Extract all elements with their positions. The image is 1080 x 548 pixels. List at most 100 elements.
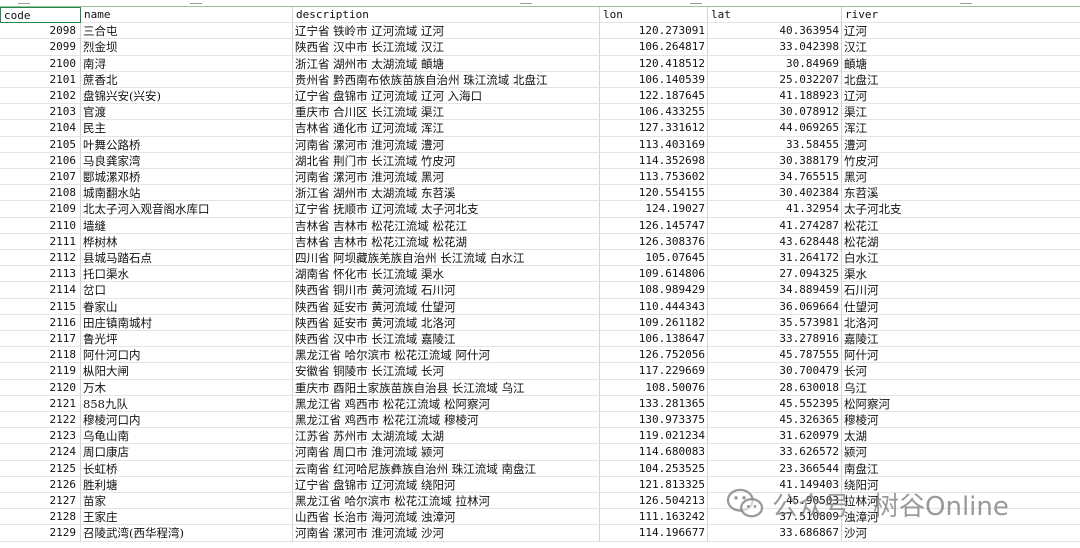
cell-name[interactable]: 马良龚家湾: [81, 152, 293, 169]
cell-lon[interactable]: 111.163242: [600, 509, 708, 526]
cell-lat[interactable]: 31.620979: [708, 428, 842, 445]
cell-lat[interactable]: 44.069265: [708, 120, 842, 137]
cell-river[interactable]: 浑江: [842, 120, 1080, 137]
cell-code[interactable]: 2107: [0, 169, 81, 186]
cell-name[interactable]: 苗家: [81, 493, 293, 510]
cell-river[interactable]: 乌江: [842, 380, 1080, 396]
cell-name[interactable]: 烈金坝: [81, 39, 293, 56]
cell-code[interactable]: 2103: [0, 104, 81, 121]
cell-description[interactable]: 河南省 漯河市 淮河流域 黑河: [293, 169, 600, 186]
cell-description[interactable]: 吉林省 通化市 辽河流域 浑江: [293, 120, 600, 137]
cell-code[interactable]: 2117: [0, 331, 81, 348]
cell-code[interactable]: 2111: [0, 233, 81, 250]
cell-name[interactable]: 万木: [81, 379, 293, 396]
cell-description[interactable]: 辽宁省 铁岭市 辽河流域 辽河: [293, 23, 600, 40]
cell-lat[interactable]: 33.58455: [708, 136, 842, 153]
cell-name[interactable]: 叶舞公路桥: [81, 136, 293, 153]
cell-code[interactable]: 2113: [0, 266, 81, 283]
cell-description[interactable]: 云南省 红河哈尼族彝族自治州 珠江流域 南盘江: [293, 460, 600, 477]
cell-lat[interactable]: 33.278916: [708, 331, 842, 348]
cell-name[interactable]: 三合屯: [81, 23, 293, 40]
header-cell-name[interactable]: name: [81, 7, 293, 24]
cell-river[interactable]: 辽河: [842, 88, 1080, 105]
cell-river[interactable]: 渠江: [842, 104, 1080, 121]
spreadsheet-grid[interactable]: code name description lon lat river 2098…: [0, 7, 1080, 548]
cell-code[interactable]: 2118: [0, 347, 81, 364]
cell-lat[interactable]: 34.765515: [708, 169, 842, 186]
cell-code[interactable]: 2123: [0, 428, 81, 445]
cell-description[interactable]: 辽宁省 抚顺市 辽河流域 太子河北支: [293, 201, 600, 218]
cell-description[interactable]: 浙江省 湖州市 太湖流域 东苕溪: [293, 185, 600, 202]
cell-description[interactable]: 安徽省 铜陵市 长江流域 长河: [293, 363, 600, 380]
cell-lat[interactable]: 30.078912: [708, 104, 842, 121]
cell-name[interactable]: 盘锦兴安(兴安): [81, 88, 293, 105]
cell-lat[interactable]: 45.326365: [708, 412, 842, 429]
cell-river[interactable]: 颍河: [842, 444, 1080, 461]
cell-name[interactable]: 眷家山: [81, 298, 293, 315]
cell-lon[interactable]: 127.331612: [600, 120, 708, 137]
cell-lon[interactable]: 124.19027: [600, 201, 708, 218]
cell-description[interactable]: 黑龙江省 鸡西市 松花江流域 松阿察河: [293, 395, 600, 412]
cell-lat[interactable]: 30.84969: [708, 55, 842, 72]
cell-river[interactable]: 北盘江: [842, 72, 1080, 88]
cell-name[interactable]: 召陵武湾(西华程湾): [81, 525, 293, 542]
header-cell-description[interactable]: description: [293, 7, 600, 24]
cell-code[interactable]: 2110: [0, 217, 81, 234]
cell-name[interactable]: 穆棱河口内: [81, 412, 293, 429]
cell-name[interactable]: 北太子河入观音阁水库口: [81, 201, 293, 218]
cell-code[interactable]: 2106: [0, 152, 81, 169]
cell-lon[interactable]: 110.444343: [600, 298, 708, 315]
cell-name[interactable]: 枞阳大闸: [81, 363, 293, 380]
cell-code[interactable]: 2109: [0, 201, 81, 218]
cell-name[interactable]: 胜利塘: [81, 476, 293, 493]
cell-lat[interactable]: 30.402384: [708, 185, 842, 202]
cell-name[interactable]: 乌龟山南: [81, 428, 293, 445]
header-cell-code[interactable]: code: [0, 7, 81, 24]
cell-river[interactable]: 竹皮河: [842, 153, 1080, 169]
cell-river[interactable]: 松阿察河: [842, 396, 1080, 412]
cell-river[interactable]: 穆棱河: [842, 412, 1080, 429]
cell-lon[interactable]: 126.504213: [600, 493, 708, 510]
cell-river[interactable]: 南盘江: [842, 461, 1080, 477]
cell-river[interactable]: 东苕溪: [842, 185, 1080, 202]
cell-lat[interactable]: 33.626572: [708, 444, 842, 461]
cell-river[interactable]: 沙河: [842, 525, 1080, 542]
cell-name[interactable]: 长虹桥: [81, 460, 293, 477]
cell-river[interactable]: 阿什河: [842, 347, 1080, 364]
cell-lon[interactable]: 114.196677: [600, 525, 708, 542]
cell-description[interactable]: 河南省 漯河市 淮河流域 澧河: [293, 136, 600, 153]
cell-river[interactable]: 渠水: [842, 266, 1080, 283]
cell-description[interactable]: 四川省 阿坝藏族羌族自治州 长江流域 白水江: [293, 250, 600, 267]
cell-description[interactable]: 湖南省 怀化市 长江流域 渠水: [293, 266, 600, 283]
header-cell-lat[interactable]: lat: [708, 7, 842, 24]
cell-lon[interactable]: 126.752056: [600, 347, 708, 364]
cell-code[interactable]: 2108: [0, 185, 81, 202]
cell-code[interactable]: 2122: [0, 412, 81, 429]
cell-lon[interactable]: 126.145747: [600, 217, 708, 234]
cell-lat[interactable]: 41.188923: [708, 88, 842, 105]
cell-river[interactable]: 白水江: [842, 250, 1080, 267]
cell-lon[interactable]: 130.973375: [600, 412, 708, 429]
cell-lon[interactable]: 106.140539: [600, 71, 708, 88]
cell-name[interactable]: 官渡: [81, 104, 293, 121]
cell-name[interactable]: 托口渠水: [81, 266, 293, 283]
cell-description[interactable]: 辽宁省 盘锦市 辽河流域 辽河 入海口: [293, 88, 600, 105]
cell-lon[interactable]: 106.138647: [600, 331, 708, 348]
cell-name[interactable]: 城南翻水站: [81, 185, 293, 202]
cell-river[interactable]: 澧河: [842, 137, 1080, 153]
cell-name[interactable]: 周口康店: [81, 444, 293, 461]
cell-code[interactable]: 2102: [0, 88, 81, 105]
cell-name[interactable]: 鲁光坪: [81, 331, 293, 348]
cell-code[interactable]: 2115: [0, 298, 81, 315]
cell-lon[interactable]: 108.50076: [600, 379, 708, 396]
cell-river[interactable]: 汉江: [842, 39, 1080, 56]
cell-lon[interactable]: 126.308376: [600, 233, 708, 250]
cell-lat[interactable]: 30.700479: [708, 363, 842, 380]
cell-description[interactable]: 河南省 漯河市 淮河流域 沙河: [293, 525, 600, 542]
cell-lon[interactable]: 108.989429: [600, 282, 708, 299]
cell-code[interactable]: 2098: [0, 23, 81, 40]
header-cell-river[interactable]: river: [842, 7, 1080, 24]
cell-description[interactable]: 黑龙江省 哈尔滨市 松花江流域 拉林河: [293, 493, 600, 510]
cell-lon[interactable]: 119.021234: [600, 428, 708, 445]
cell-lat[interactable]: 34.889459: [708, 282, 842, 299]
